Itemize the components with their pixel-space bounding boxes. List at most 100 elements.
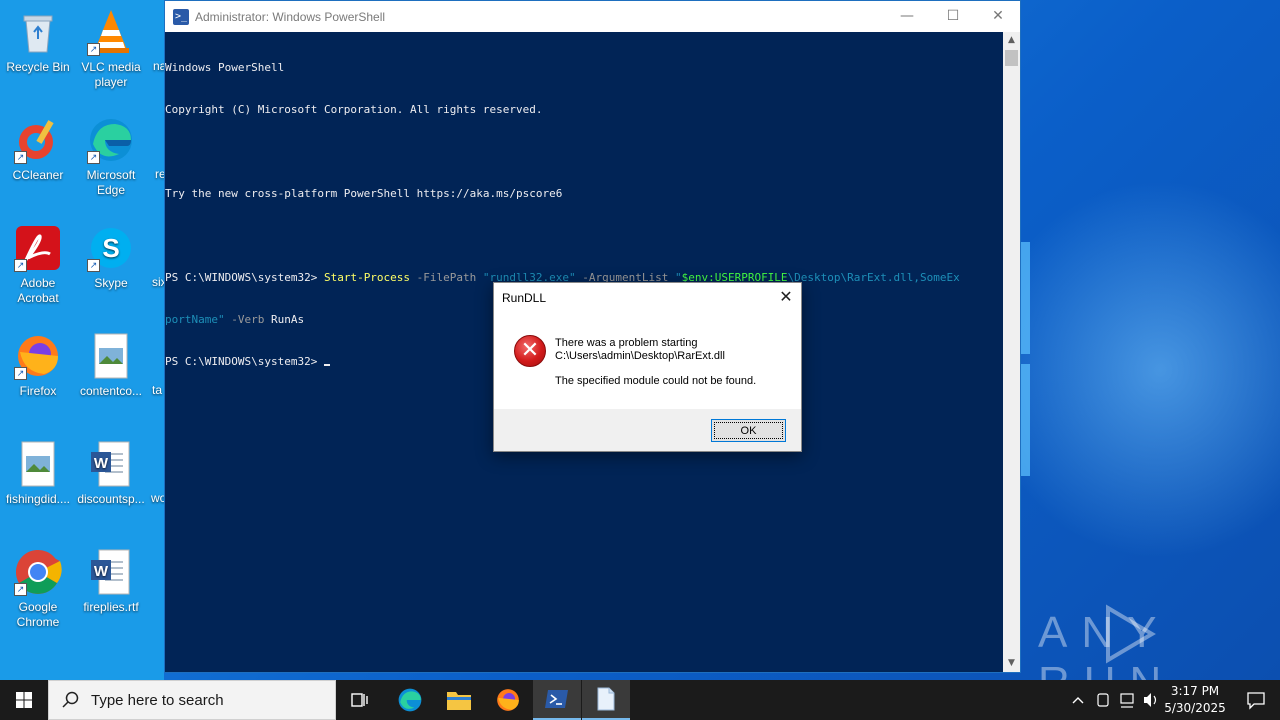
close-button[interactable]: ✕ [975, 1, 1021, 31]
tray-icons [1072, 693, 1157, 708]
desktop-icon-label: CCleaner [12, 168, 64, 182]
dialog-close-button[interactable]: ✕ [771, 283, 801, 313]
desktop-icon-vlc[interactable]: ↗ VLC media player [73, 8, 149, 90]
anyrun-logo-icon [1106, 604, 1156, 664]
image-file-icon [87, 332, 135, 380]
shortcut-arrow-icon: ↗ [87, 43, 100, 56]
console-prompt: PS C:\WINDOWS\system32> [165, 271, 324, 284]
shortcut-arrow-icon: ↗ [87, 259, 100, 272]
search-placeholder: Type here to search [91, 691, 224, 709]
desktop-icon-label: contentco... [79, 384, 143, 398]
dialog-message-line: There was a problem starting [555, 337, 698, 349]
edge-icon [398, 688, 422, 712]
dialog-message-path: C:\Users\admin\Desktop\RarExt.dll [555, 350, 725, 362]
scroll-down-arrow-icon[interactable]: ▼ [1003, 655, 1020, 672]
text-cursor [323, 364, 330, 366]
console-cmdlet: Start-Process [323, 271, 411, 284]
desktop-icon-fishingdid[interactable]: fishingdid.... [0, 440, 76, 507]
console-string: \Desktop\RarExt.dll,SomeEx [787, 271, 960, 284]
powershell-icon: >_ [173, 8, 189, 25]
notification-icon [1247, 692, 1265, 710]
anyrun-watermark: ANY RUN [1038, 604, 1280, 680]
recycle-bin-icon [14, 8, 62, 56]
console-prompt: PS C:\WINDOWS\system32> [165, 355, 324, 368]
start-button[interactable] [0, 680, 48, 720]
desktop-icon-skype[interactable]: S ↗ Skype [73, 224, 149, 291]
minimize-button[interactable]: — [884, 1, 930, 31]
firefox-icon: ↗ [14, 332, 62, 380]
vertical-scrollbar[interactable]: ▲ ▼ [1003, 32, 1020, 672]
taskbar-powershell[interactable] [533, 680, 581, 720]
taskbar: Type here to search 3:17 PM 5/30/2025 [0, 680, 1280, 720]
desktop-icon-label: Recycle Bin [6, 60, 70, 74]
skype-icon: S ↗ [87, 224, 135, 272]
network-icon[interactable] [1120, 693, 1134, 704]
desktop-icon-label: discountsp... [77, 492, 145, 506]
vlc-icon: ↗ [87, 8, 135, 56]
console-string: portName" [165, 313, 225, 326]
clock-time: 3:17 PM [1170, 684, 1220, 698]
volume-icon[interactable] [1144, 693, 1151, 707]
scroll-up-arrow-icon[interactable]: ▲ [1003, 32, 1020, 49]
desktop-icon-firefox[interactable]: ↗ Firefox [0, 332, 76, 399]
desktop-icon-label: fishingdid.... [5, 492, 71, 506]
console-argument: RunAs [270, 313, 305, 326]
desktop-icon-label: Skype [94, 276, 128, 290]
dialog-message: There was a problem starting C:\Users\ad… [555, 337, 725, 363]
edge-icon: ↗ [87, 116, 135, 164]
console-parameter: -Verb [224, 313, 271, 326]
taskbar-firefox[interactable] [484, 680, 532, 720]
scrollbar-thumb[interactable] [1005, 50, 1018, 66]
wallpaper-window-pane [1020, 242, 1030, 354]
desktop-icon-discountsp[interactable]: W discountsp... [73, 440, 149, 507]
desktop-icon-contentco[interactable]: contentco... [73, 332, 149, 399]
chevron-up-icon[interactable] [1072, 697, 1084, 704]
svg-text:W: W [94, 455, 109, 472]
window-title: Administrator: Windows PowerShell [195, 9, 386, 24]
desktop-icon-microsoft-edge[interactable]: ↗ Microsoft Edge [73, 116, 149, 198]
task-view-button[interactable] [336, 680, 384, 720]
console-parameter: -FilePath [410, 271, 483, 284]
shortcut-arrow-icon: ↗ [14, 583, 27, 596]
powershell-icon [545, 690, 568, 708]
wallpaper-window-pane [1020, 364, 1030, 476]
dialog-title: RunDLL [502, 291, 547, 305]
taskbar-edge[interactable] [386, 680, 434, 720]
notification-center-button[interactable] [1232, 680, 1280, 720]
search-icon [62, 691, 79, 708]
powershell-titlebar[interactable]: >_ Administrator: Windows PowerShell — ☐… [165, 1, 1020, 32]
rundll-error-dialog[interactable]: RunDLL ✕ ✕ There was a problem starting … [493, 282, 802, 452]
desktop-icon-fireplies[interactable]: W fireplies.rtf [73, 548, 149, 615]
maximize-button[interactable]: ☐ [930, 1, 976, 31]
taskbar-file-explorer[interactable] [435, 680, 483, 720]
console-line: Try the new cross-platform PowerShell ht… [165, 187, 563, 200]
desktop-icon-google-chrome[interactable]: ↗ Google Chrome [0, 548, 76, 630]
ok-button[interactable]: OK [711, 419, 786, 442]
desktop-icon-ccleaner[interactable]: ↗ CCleaner [0, 116, 76, 183]
error-icon: ✕ [514, 335, 546, 367]
console-line: Copyright (C) Microsoft Corporation. All… [165, 103, 543, 116]
clock-date: 5/30/2025 [1164, 701, 1226, 715]
svg-text:S: S [102, 233, 119, 263]
dialog-titlebar[interactable]: RunDLL ✕ [494, 283, 801, 313]
word-doc-icon: W [87, 548, 135, 596]
ccleaner-icon: ↗ [14, 116, 62, 164]
folder-icon [447, 692, 471, 710]
image-file-icon [14, 440, 62, 488]
desktop-icon-label: Firefox [19, 384, 57, 398]
desktop-icon-label: Microsoft Edge [86, 168, 136, 197]
windows-logo-icon [16, 692, 32, 708]
system-tray [1068, 680, 1160, 720]
document-icon [597, 687, 615, 711]
taskbar-search-box[interactable]: Type here to search [48, 680, 336, 720]
shortcut-arrow-icon: ↗ [14, 151, 27, 164]
desktop-icon-adobe-acrobat[interactable]: ↗ Adobe Acrobat [0, 224, 76, 306]
taskbar-notepad[interactable] [582, 680, 630, 720]
device-icon[interactable] [1097, 693, 1109, 707]
taskbar-clock[interactable]: 3:17 PM 5/30/2025 [1160, 683, 1230, 717]
acrobat-icon: ↗ [14, 224, 62, 272]
firefox-icon [497, 689, 519, 711]
desktop-icon-recycle-bin[interactable]: Recycle Bin [0, 8, 76, 75]
